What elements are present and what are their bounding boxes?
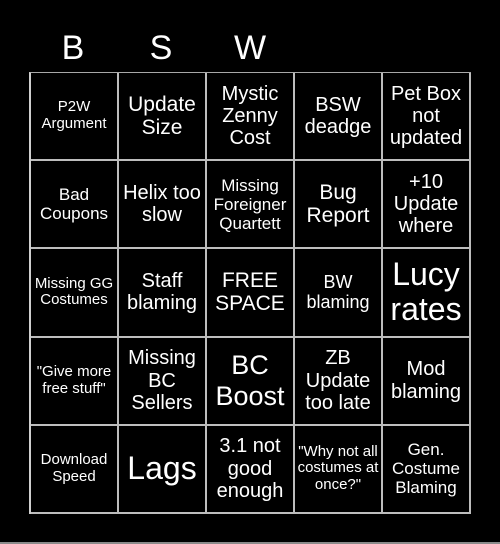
bingo-cell[interactable]: Missing BC Sellers xyxy=(119,337,207,426)
bingo-cell[interactable]: P2W Argument xyxy=(31,73,119,162)
bingo-cell[interactable]: +10 Update where xyxy=(383,161,471,250)
bingo-cell[interactable]: BC Boost xyxy=(207,337,295,426)
bingo-cell[interactable]: Download Speed xyxy=(31,425,119,514)
bingo-cell[interactable]: Mystic Zenny Cost xyxy=(207,73,295,162)
bingo-cell[interactable]: ZB Update too late xyxy=(295,337,383,426)
bingo-cell[interactable]: Helix too slow xyxy=(119,161,207,250)
bingo-cell[interactable]: Bad Coupons xyxy=(31,161,119,250)
bingo-cell[interactable]: Lags xyxy=(119,425,207,514)
header-letter: S xyxy=(149,29,173,67)
bingo-cell[interactable]: Pet Box not updated xyxy=(383,73,471,162)
header-letter: W xyxy=(233,29,267,67)
bingo-header: B S W xyxy=(29,28,471,72)
bingo-cell[interactable]: 3.1 not good enough xyxy=(207,425,295,514)
bingo-cell[interactable]: Bug Report xyxy=(295,161,383,250)
bingo-cell[interactable]: BW blaming xyxy=(295,249,383,338)
bingo-grid: P2W Argument Update Size Mystic Zenny Co… xyxy=(29,72,471,514)
header-letter: B xyxy=(61,29,85,67)
bingo-cell[interactable]: Mod blaming xyxy=(383,337,471,426)
bingo-cell[interactable]: BSW deadge xyxy=(295,73,383,162)
bingo-cell[interactable]: Lucy rates xyxy=(383,249,471,338)
bingo-cell[interactable]: "Why not all costumes at once?" xyxy=(295,425,383,514)
bingo-cell[interactable]: Missing Foreigner Quartett xyxy=(207,161,295,250)
bingo-cell free-space[interactable]: FREE SPACE xyxy=(207,249,295,338)
bingo-cell[interactable]: Gen. Costume Blaming xyxy=(383,425,471,514)
bingo-cell[interactable]: "Give more free stuff" xyxy=(31,337,119,426)
bingo-cell[interactable]: Update Size xyxy=(119,73,207,162)
bingo-cell[interactable]: Missing GG Costumes xyxy=(31,249,119,338)
bingo-cell[interactable]: Staff blaming xyxy=(119,249,207,338)
